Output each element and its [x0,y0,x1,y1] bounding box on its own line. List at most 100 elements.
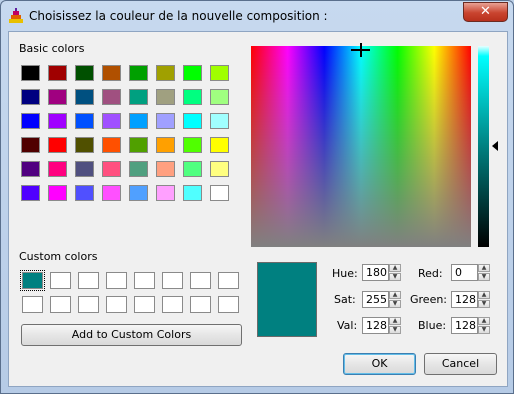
basic-color-swatch[interactable] [75,65,94,81]
basic-color-swatch[interactable] [48,137,67,153]
basic-color-swatch[interactable] [102,89,121,105]
basic-color-swatch[interactable] [183,137,202,153]
hue-up-arrow-icon[interactable]: ▲ [389,264,401,272]
basic-color-swatch[interactable] [156,185,175,201]
basic-color-swatch[interactable] [48,161,67,177]
green-spinbox[interactable]: 128 ▲ ▼ [451,291,491,308]
close-button[interactable]: ✕ [463,2,508,22]
color-preview [257,262,317,337]
basic-color-swatch[interactable] [75,113,94,129]
basic-color-swatch[interactable] [183,113,202,129]
basic-color-swatch[interactable] [48,89,67,105]
luminance-slider[interactable] [478,46,489,247]
basic-color-swatch[interactable] [210,161,229,177]
basic-color-swatch[interactable] [48,185,67,201]
basic-color-swatch[interactable] [21,113,40,129]
hue-down-arrow-icon[interactable]: ▼ [389,273,401,281]
luminance-pointer-icon[interactable] [492,141,498,151]
custom-color-swatch[interactable] [106,296,127,313]
hue-saturation-spectrum[interactable] [251,43,471,247]
custom-color-swatch[interactable] [20,270,45,291]
basic-color-swatch[interactable] [210,137,229,153]
custom-color-swatch[interactable] [218,272,239,289]
basic-color-swatch[interactable] [183,161,202,177]
blue-down-arrow-icon[interactable]: ▼ [478,326,490,334]
basic-color-swatch[interactable] [156,89,175,105]
custom-color-swatch[interactable] [134,272,155,289]
basic-color-swatch[interactable] [210,65,229,81]
red-down-arrow-icon[interactable]: ▼ [478,273,490,281]
hue-spinbox[interactable]: 180 ▲ ▼ [362,264,402,281]
sat-up-arrow-icon[interactable]: ▲ [389,291,401,299]
custom-color-swatch[interactable] [190,272,211,289]
custom-color-swatch[interactable] [50,272,71,289]
basic-color-swatch[interactable] [75,137,94,153]
red-input[interactable]: 0 [451,264,478,281]
basic-color-swatch[interactable] [102,65,121,81]
custom-color-swatch[interactable] [134,296,155,313]
cancel-button[interactable]: Cancel [424,353,497,375]
basic-color-swatch[interactable] [210,113,229,129]
basic-color-swatch[interactable] [156,161,175,177]
val-input[interactable]: 128 [362,317,389,334]
basic-color-swatch[interactable] [21,185,40,201]
basic-color-swatch[interactable] [102,185,121,201]
basic-color-swatch[interactable] [210,185,229,201]
custom-color-swatch[interactable] [50,296,71,313]
hue-input[interactable]: 180 [362,264,389,281]
green-input[interactable]: 128 [451,291,478,308]
basic-color-swatch[interactable] [129,137,148,153]
basic-color-swatch[interactable] [21,161,40,177]
sat-input[interactable]: 255 [362,291,389,308]
window-title: Choisissez la couleur de la nouvelle com… [29,9,328,23]
basic-color-swatch[interactable] [129,65,148,81]
custom-color-swatch[interactable] [78,272,99,289]
basic-color-swatch[interactable] [21,137,40,153]
basic-color-swatch[interactable] [210,89,229,105]
basic-color-swatch[interactable] [21,89,40,105]
custom-color-swatch[interactable] [218,296,239,313]
red-up-arrow-icon[interactable]: ▲ [478,264,490,272]
basic-color-swatch[interactable] [21,65,40,81]
custom-color-swatch[interactable] [106,272,127,289]
sat-down-arrow-icon[interactable]: ▼ [389,300,401,308]
basic-color-swatch[interactable] [75,185,94,201]
basic-color-swatch[interactable] [102,161,121,177]
hue-label: Hue: [332,267,358,280]
basic-color-swatch[interactable] [75,89,94,105]
basic-color-swatch[interactable] [102,113,121,129]
blue-spinbox[interactable]: 128 ▲ ▼ [451,317,491,334]
crosshair-vertical [360,43,362,57]
basic-color-swatch[interactable] [156,65,175,81]
basic-color-swatch[interactable] [102,137,121,153]
val-up-arrow-icon[interactable]: ▲ [389,317,401,325]
custom-color-swatch[interactable] [162,272,183,289]
val-spinbox[interactable]: 128 ▲ ▼ [362,317,402,334]
custom-color-swatch[interactable] [162,296,183,313]
basic-color-swatch[interactable] [75,161,94,177]
red-spinbox[interactable]: 0 ▲ ▼ [451,264,491,281]
basic-color-swatch[interactable] [129,113,148,129]
basic-color-swatch[interactable] [183,65,202,81]
ok-button[interactable]: OK [343,353,416,375]
add-to-custom-colors-button[interactable]: Add to Custom Colors [21,324,242,346]
basic-color-swatch[interactable] [183,185,202,201]
sat-spinbox[interactable]: 255 ▲ ▼ [362,291,402,308]
basic-color-swatch[interactable] [48,65,67,81]
green-up-arrow-icon[interactable]: ▲ [478,291,490,299]
custom-color-swatch[interactable] [190,296,211,313]
color-picker-icon [9,8,23,23]
custom-color-swatch[interactable] [22,296,43,313]
basic-color-swatch[interactable] [48,113,67,129]
basic-color-swatch[interactable] [129,185,148,201]
green-down-arrow-icon[interactable]: ▼ [478,300,490,308]
blue-input[interactable]: 128 [451,317,478,334]
blue-up-arrow-icon[interactable]: ▲ [478,317,490,325]
basic-color-swatch[interactable] [183,89,202,105]
basic-color-swatch[interactable] [129,161,148,177]
custom-color-swatch[interactable] [78,296,99,313]
basic-color-swatch[interactable] [156,137,175,153]
basic-color-swatch[interactable] [129,89,148,105]
val-down-arrow-icon[interactable]: ▼ [389,326,401,334]
basic-color-swatch[interactable] [156,113,175,129]
